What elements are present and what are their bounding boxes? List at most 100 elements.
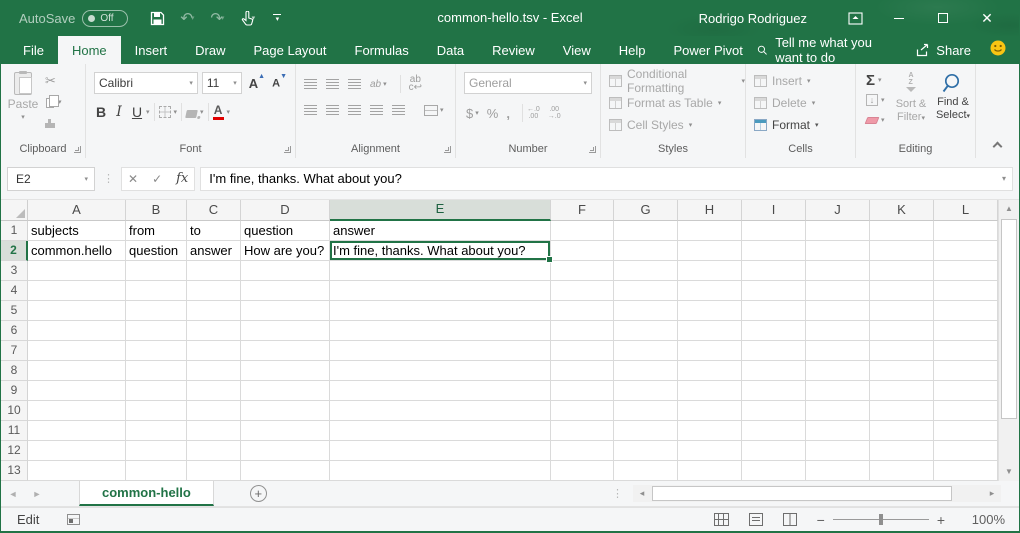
fill-color-button[interactable]: ▾: [186, 107, 204, 118]
cell-I5[interactable]: [742, 301, 806, 321]
cell-B10[interactable]: [126, 401, 187, 421]
cell-B13[interactable]: [126, 461, 187, 481]
vertical-scroll-track[interactable]: [999, 218, 1019, 463]
cell-C11[interactable]: [187, 421, 241, 441]
cell-G13[interactable]: [614, 461, 678, 481]
cell-J8[interactable]: [806, 361, 870, 381]
cell-J12[interactable]: [806, 441, 870, 461]
align-center-button[interactable]: [326, 105, 339, 115]
comma-style-button[interactable]: ,: [506, 106, 510, 121]
vertical-scroll-thumb[interactable]: [1001, 219, 1017, 419]
cell-B1[interactable]: from: [126, 221, 187, 241]
zoom-level[interactable]: 100%: [967, 512, 1005, 527]
row-header-5[interactable]: 5: [1, 301, 28, 321]
increase-font-size-button[interactable]: A▲: [249, 76, 265, 91]
cell-H11[interactable]: [678, 421, 742, 441]
cell-F4[interactable]: [551, 281, 614, 301]
cell-K12[interactable]: [870, 441, 934, 461]
column-header-D[interactable]: D: [241, 200, 330, 221]
cell-H2[interactable]: [678, 241, 742, 261]
autosave-toggle[interactable]: AutoSave Off: [19, 10, 128, 27]
column-header-F[interactable]: F: [551, 200, 614, 221]
middle-align-button[interactable]: [326, 79, 339, 89]
cell-B11[interactable]: [126, 421, 187, 441]
cell-H7[interactable]: [678, 341, 742, 361]
cell-F13[interactable]: [551, 461, 614, 481]
cell-C4[interactable]: [187, 281, 241, 301]
cancel-button[interactable]: ✕: [128, 172, 138, 186]
cell-L13[interactable]: [934, 461, 998, 481]
cell-K8[interactable]: [870, 361, 934, 381]
autosum-button[interactable]: Σ▾: [866, 73, 890, 87]
cell-G6[interactable]: [614, 321, 678, 341]
cell-B4[interactable]: [126, 281, 187, 301]
clear-button[interactable]: ▾: [866, 113, 890, 127]
tab-review[interactable]: Review: [478, 36, 549, 64]
tab-power-pivot[interactable]: Power Pivot: [660, 36, 757, 64]
cell-G9[interactable]: [614, 381, 678, 401]
cell-E10[interactable]: [330, 401, 551, 421]
scroll-left-icon[interactable]: ◂: [633, 485, 651, 502]
tab-data[interactable]: Data: [423, 36, 478, 64]
cell-L8[interactable]: [934, 361, 998, 381]
cell-I8[interactable]: [742, 361, 806, 381]
cell-H8[interactable]: [678, 361, 742, 381]
enter-button[interactable]: ✓: [152, 172, 162, 186]
maximize-button[interactable]: [921, 0, 965, 36]
alignment-dialog-launcher[interactable]: [444, 146, 451, 153]
cell-I13[interactable]: [742, 461, 806, 481]
cell-I6[interactable]: [742, 321, 806, 341]
cell-L10[interactable]: [934, 401, 998, 421]
cell-B9[interactable]: [126, 381, 187, 401]
zoom-out-button[interactable]: −: [817, 512, 825, 528]
row-header-10[interactable]: 10: [1, 401, 28, 421]
previous-sheet-button[interactable]: ◄: [1, 481, 25, 506]
cell-J9[interactable]: [806, 381, 870, 401]
align-right-button[interactable]: [348, 105, 361, 115]
cell-H10[interactable]: [678, 401, 742, 421]
cell-B3[interactable]: [126, 261, 187, 281]
cell-B8[interactable]: [126, 361, 187, 381]
zoom-slider-handle[interactable]: [879, 514, 883, 525]
cell-C5[interactable]: [187, 301, 241, 321]
conditional-formatting-button[interactable]: Conditional Formatting ▾: [609, 70, 745, 92]
cell-F11[interactable]: [551, 421, 614, 441]
cell-D6[interactable]: [241, 321, 330, 341]
cell-F7[interactable]: [551, 341, 614, 361]
cell-I12[interactable]: [742, 441, 806, 461]
font-family-select[interactable]: Calibri▾: [94, 72, 198, 94]
tab-formulas[interactable]: Formulas: [341, 36, 423, 64]
vertical-scrollbar[interactable]: ▲ ▼: [998, 200, 1019, 481]
percent-style-button[interactable]: %: [487, 106, 499, 121]
cell-D1[interactable]: question: [241, 221, 330, 241]
touch-mouse-mode-button[interactable]: ▾: [234, 5, 260, 31]
cell-C1[interactable]: to: [187, 221, 241, 241]
cell-I1[interactable]: [742, 221, 806, 241]
borders-button[interactable]: ▾: [159, 106, 178, 118]
cell-A5[interactable]: [28, 301, 126, 321]
horizontal-scroll-track[interactable]: [651, 485, 983, 502]
formula-input[interactable]: I'm fine, thanks. What about you? ▾: [200, 167, 1013, 191]
row-header-13[interactable]: 13: [1, 461, 28, 481]
macro-record-icon[interactable]: [67, 514, 80, 525]
cell-A1[interactable]: subjects: [28, 221, 126, 241]
cell-A6[interactable]: [28, 321, 126, 341]
cell-I2[interactable]: [742, 241, 806, 261]
cell-B7[interactable]: [126, 341, 187, 361]
collapse-ribbon-button[interactable]: [993, 142, 1003, 152]
font-dialog-launcher[interactable]: [284, 146, 291, 153]
column-header-I[interactable]: I: [742, 200, 806, 221]
cell-J7[interactable]: [806, 341, 870, 361]
tab-page-layout[interactable]: Page Layout: [240, 36, 341, 64]
cell-F8[interactable]: [551, 361, 614, 381]
cell-J2[interactable]: [806, 241, 870, 261]
column-header-C[interactable]: C: [187, 200, 241, 221]
normal-view-button[interactable]: [714, 513, 729, 526]
cell-L7[interactable]: [934, 341, 998, 361]
cell-L1[interactable]: [934, 221, 998, 241]
cell-C3[interactable]: [187, 261, 241, 281]
tell-me-box[interactable]: Tell me what you want to do: [757, 35, 893, 65]
row-header-2[interactable]: 2: [1, 241, 28, 261]
cell-A13[interactable]: [28, 461, 126, 481]
cell-L9[interactable]: [934, 381, 998, 401]
